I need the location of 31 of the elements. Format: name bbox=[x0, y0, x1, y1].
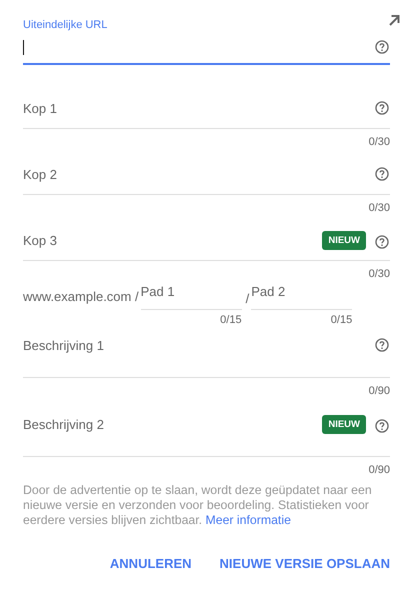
help-icon[interactable] bbox=[375, 167, 389, 181]
text-cursor bbox=[23, 40, 24, 54]
text-field[interactable]: Beschrijving 1 bbox=[23, 328, 390, 378]
help-icon[interactable] bbox=[375, 101, 389, 115]
new-badge: NIEUW bbox=[322, 415, 366, 434]
path-separator: / bbox=[246, 291, 250, 306]
character-counter: 0/15 bbox=[330, 314, 352, 326]
character-counter: 0/90 bbox=[368, 464, 390, 476]
character-counter: 0/30 bbox=[368, 202, 390, 214]
text-field[interactable]: Beschrijving 2 NIEUW bbox=[23, 407, 390, 457]
notice-text: Door de advertentie op te slaan, wordt deze geüpdatet naar een nieuwe versie en verzonden voor beoordeling. Statistieken voor eerdere versies blijven zichtbaar. Meer informatie bbox=[23, 483, 373, 528]
help-icon[interactable] bbox=[375, 234, 389, 248]
help-icon[interactable] bbox=[375, 418, 389, 432]
new-badge: NIEUW bbox=[322, 231, 366, 250]
path-field[interactable]: Pad 2 bbox=[251, 283, 352, 310]
action-button[interactable]: ANNULEREN bbox=[106, 550, 196, 577]
character-counter: 0/30 bbox=[368, 268, 390, 280]
character-counter: 0/90 bbox=[368, 385, 390, 397]
domain-text: www.example.com / bbox=[23, 289, 139, 304]
action-button[interactable]: NIEUWE VERSIE OPSLAAN bbox=[216, 550, 394, 577]
character-counter: 0/30 bbox=[368, 136, 390, 148]
arrow-icon[interactable] bbox=[388, 14, 400, 26]
text-field[interactable]: Kop 1 bbox=[23, 89, 390, 129]
help-icon[interactable] bbox=[375, 338, 389, 352]
more-info-link[interactable]: Meer informatie bbox=[206, 513, 291, 527]
path-field[interactable]: Pad 1 bbox=[140, 283, 242, 310]
help-icon[interactable] bbox=[375, 40, 389, 54]
character-counter: 0/15 bbox=[220, 314, 242, 326]
text-field[interactable]: Kop 3 NIEUW bbox=[23, 221, 390, 261]
text-field[interactable]: Kop 2 bbox=[23, 155, 390, 195]
field-label: Uiteindelijke URL bbox=[23, 19, 108, 31]
